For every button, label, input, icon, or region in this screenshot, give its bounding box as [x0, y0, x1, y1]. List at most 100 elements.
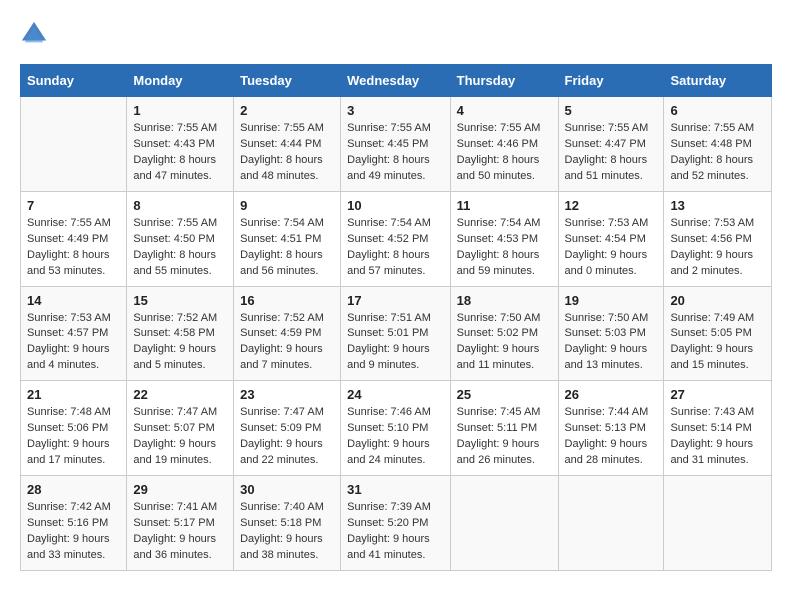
day-number: 8: [133, 198, 227, 213]
day-info: Sunrise: 7:40 AMSunset: 5:18 PMDaylight:…: [240, 500, 334, 564]
calendar-cell: 26Sunrise: 7:44 AMSunset: 5:13 PMDayligh…: [558, 381, 664, 476]
calendar-body: 1 Sunrise: 7:55 AMSunset: 4:43 PMDaylight…: [21, 97, 772, 571]
day-info: Sunrise: 7:53 AMSunset: 4:54 PMDaylight:…: [565, 216, 658, 280]
day-info: Sunrise: 7:48 AMSunset: 5:06 PMDaylight:…: [27, 405, 120, 469]
day-number: 9: [240, 198, 334, 213]
logo-icon: [20, 20, 48, 48]
day-number: 16: [240, 293, 334, 308]
day-info: Sunrise: 7:50 AMSunset: 5:02 PMDaylight:…: [457, 311, 552, 375]
day-number: 23: [240, 387, 334, 402]
calendar-table: SundayMondayTuesdayWednesdayThursdayFrid…: [20, 64, 772, 571]
dow-header-saturday: Saturday: [664, 65, 772, 97]
calendar-cell: 2 Sunrise: 7:55 AMSunset: 4:44 PMDaylight…: [234, 97, 341, 192]
day-number: 31: [347, 482, 444, 497]
calendar-cell: 6Sunrise: 7:55 AMSunset: 4:48 PMDaylight…: [664, 97, 772, 192]
calendar-cell: 23 Sunrise: 7:47 AMSunset: 5:09 PMDayligh…: [234, 381, 341, 476]
calendar-cell: 9Sunrise: 7:54 AMSunset: 4:51 PMDaylight…: [234, 191, 341, 286]
logo: [20, 20, 52, 48]
dow-header-wednesday: Wednesday: [341, 65, 451, 97]
calendar-cell: 31Sunrise: 7:39 AMSunset: 5:20 PMDayligh…: [341, 476, 451, 571]
calendar-cell: 21 Sunrise: 7:48 AMSunset: 5:06 PMDayligh…: [21, 381, 127, 476]
calendar-cell: 14 Sunrise: 7:53 AMSunset: 4:57 PMDayligh…: [21, 286, 127, 381]
day-number: 21: [27, 387, 120, 402]
day-number: 13: [670, 198, 765, 213]
calendar-cell: 25 Sunrise: 7:45 AMSunset: 5:11 PMDayligh…: [450, 381, 558, 476]
calendar-cell: [21, 97, 127, 192]
calendar-cell: 17 Sunrise: 7:51 AMSunset: 5:01 PMDayligh…: [341, 286, 451, 381]
calendar-cell: 7 Sunrise: 7:55 AMSunset: 4:49 PMDaylight…: [21, 191, 127, 286]
day-number: 18: [457, 293, 552, 308]
calendar-week-3: 14 Sunrise: 7:53 AMSunset: 4:57 PMDayligh…: [21, 286, 772, 381]
dow-header-monday: Monday: [127, 65, 234, 97]
calendar-cell: 19Sunrise: 7:50 AMSunset: 5:03 PMDayligh…: [558, 286, 664, 381]
day-number: 28: [27, 482, 120, 497]
day-number: 1: [133, 103, 227, 118]
day-info: Sunrise: 7:55 AMSunset: 4:43 PMDaylight:…: [133, 121, 227, 185]
calendar-cell: 13 Sunrise: 7:53 AMSunset: 4:56 PMDayligh…: [664, 191, 772, 286]
day-info: Sunrise: 7:52 AMSunset: 4:58 PMDaylight:…: [133, 311, 227, 375]
calendar-cell: 4Sunrise: 7:55 AMSunset: 4:46 PMDaylight…: [450, 97, 558, 192]
day-of-week-header-row: SundayMondayTuesdayWednesdayThursdayFrid…: [21, 65, 772, 97]
calendar-cell: 11 Sunrise: 7:54 AMSunset: 4:53 PMDayligh…: [450, 191, 558, 286]
calendar-cell: [558, 476, 664, 571]
day-number: 6: [670, 103, 765, 118]
day-number: 29: [133, 482, 227, 497]
calendar-cell: 1 Sunrise: 7:55 AMSunset: 4:43 PMDaylight…: [127, 97, 234, 192]
calendar-cell: 30 Sunrise: 7:40 AMSunset: 5:18 PMDayligh…: [234, 476, 341, 571]
calendar-cell: 16Sunrise: 7:52 AMSunset: 4:59 PMDayligh…: [234, 286, 341, 381]
day-info: Sunrise: 7:53 AMSunset: 4:56 PMDaylight:…: [670, 216, 765, 280]
day-number: 10: [347, 198, 444, 213]
day-number: 2: [240, 103, 334, 118]
calendar-week-1: 1 Sunrise: 7:55 AMSunset: 4:43 PMDaylight…: [21, 97, 772, 192]
day-info: Sunrise: 7:46 AMSunset: 5:10 PMDaylight:…: [347, 405, 444, 469]
page-header: [20, 20, 772, 48]
day-number: 11: [457, 198, 552, 213]
day-info: Sunrise: 7:51 AMSunset: 5:01 PMDaylight:…: [347, 311, 444, 375]
day-info: Sunrise: 7:44 AMSunset: 5:13 PMDaylight:…: [565, 405, 658, 469]
calendar-cell: 24 Sunrise: 7:46 AMSunset: 5:10 PMDayligh…: [341, 381, 451, 476]
calendar-cell: 5 Sunrise: 7:55 AMSunset: 4:47 PMDaylight…: [558, 97, 664, 192]
day-info: Sunrise: 7:47 AMSunset: 5:07 PMDaylight:…: [133, 405, 227, 469]
calendar-cell: 18 Sunrise: 7:50 AMSunset: 5:02 PMDayligh…: [450, 286, 558, 381]
calendar-cell: 12Sunrise: 7:53 AMSunset: 4:54 PMDayligh…: [558, 191, 664, 286]
calendar-week-4: 21 Sunrise: 7:48 AMSunset: 5:06 PMDayligh…: [21, 381, 772, 476]
day-number: 25: [457, 387, 552, 402]
day-number: 17: [347, 293, 444, 308]
calendar-cell: 20 Sunrise: 7:49 AMSunset: 5:05 PMDayligh…: [664, 286, 772, 381]
day-info: Sunrise: 7:49 AMSunset: 5:05 PMDaylight:…: [670, 311, 765, 375]
calendar-cell: 22 Sunrise: 7:47 AMSunset: 5:07 PMDayligh…: [127, 381, 234, 476]
calendar-cell: 15 Sunrise: 7:52 AMSunset: 4:58 PMDayligh…: [127, 286, 234, 381]
day-number: 3: [347, 103, 444, 118]
day-info: Sunrise: 7:47 AMSunset: 5:09 PMDaylight:…: [240, 405, 334, 469]
day-info: Sunrise: 7:45 AMSunset: 5:11 PMDaylight:…: [457, 405, 552, 469]
day-number: 24: [347, 387, 444, 402]
dow-header-tuesday: Tuesday: [234, 65, 341, 97]
day-info: Sunrise: 7:42 AMSunset: 5:16 PMDaylight:…: [27, 500, 120, 564]
calendar-cell: 28 Sunrise: 7:42 AMSunset: 5:16 PMDayligh…: [21, 476, 127, 571]
calendar-cell: 3Sunrise: 7:55 AMSunset: 4:45 PMDaylight…: [341, 97, 451, 192]
day-number: 27: [670, 387, 765, 402]
day-info: Sunrise: 7:55 AMSunset: 4:50 PMDaylight:…: [133, 216, 227, 280]
day-info: Sunrise: 7:41 AMSunset: 5:17 PMDaylight:…: [133, 500, 227, 564]
calendar-cell: [664, 476, 772, 571]
day-number: 7: [27, 198, 120, 213]
calendar-cell: 27 Sunrise: 7:43 AMSunset: 5:14 PMDayligh…: [664, 381, 772, 476]
day-number: 22: [133, 387, 227, 402]
day-number: 30: [240, 482, 334, 497]
day-info: Sunrise: 7:55 AMSunset: 4:49 PMDaylight:…: [27, 216, 120, 280]
calendar-week-2: 7 Sunrise: 7:55 AMSunset: 4:49 PMDaylight…: [21, 191, 772, 286]
day-info: Sunrise: 7:53 AMSunset: 4:57 PMDaylight:…: [27, 311, 120, 375]
calendar-cell: [450, 476, 558, 571]
day-number: 19: [565, 293, 658, 308]
day-number: 5: [565, 103, 658, 118]
dow-header-thursday: Thursday: [450, 65, 558, 97]
day-info: Sunrise: 7:43 AMSunset: 5:14 PMDaylight:…: [670, 405, 765, 469]
day-number: 20: [670, 293, 765, 308]
day-number: 15: [133, 293, 227, 308]
day-info: Sunrise: 7:55 AMSunset: 4:47 PMDaylight:…: [565, 121, 658, 185]
day-number: 14: [27, 293, 120, 308]
calendar-cell: 29 Sunrise: 7:41 AMSunset: 5:17 PMDayligh…: [127, 476, 234, 571]
day-info: Sunrise: 7:55 AMSunset: 4:44 PMDaylight:…: [240, 121, 334, 185]
day-info: Sunrise: 7:54 AMSunset: 4:53 PMDaylight:…: [457, 216, 552, 280]
calendar-cell: 10Sunrise: 7:54 AMSunset: 4:52 PMDayligh…: [341, 191, 451, 286]
